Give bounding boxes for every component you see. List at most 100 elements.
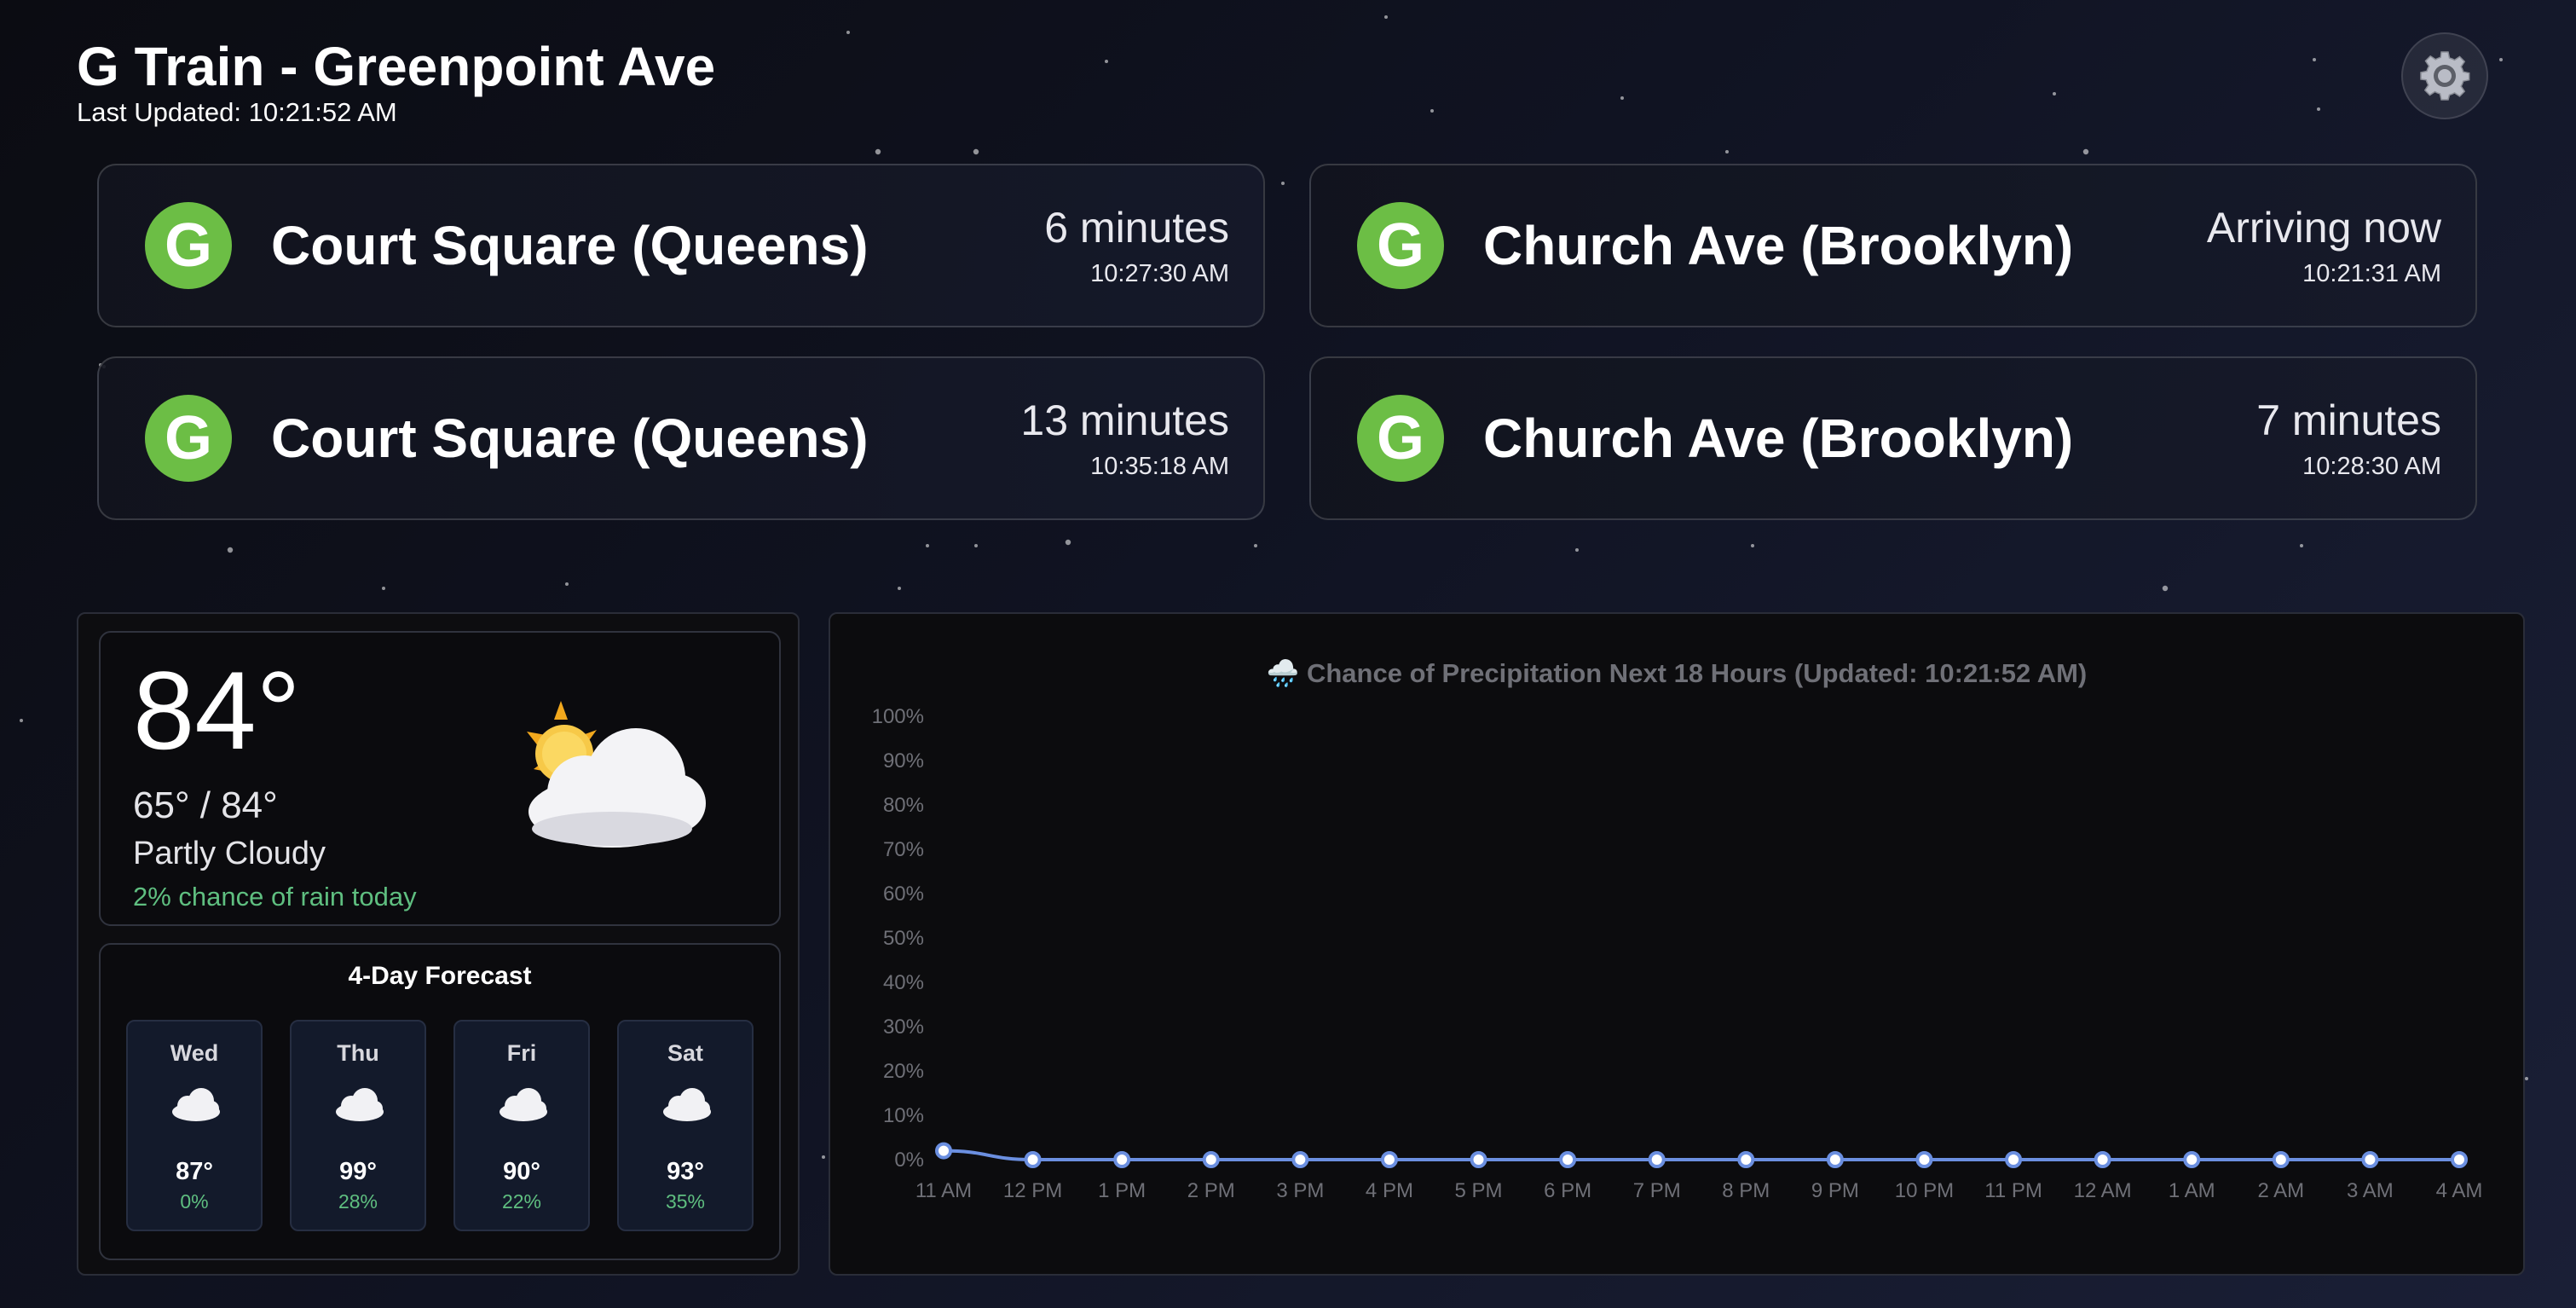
x-tick-label: 8 PM [1722, 1179, 1770, 1202]
data-point [1561, 1153, 1574, 1166]
series-line [944, 1151, 2459, 1160]
cloud-icon [660, 1085, 714, 1122]
cloud-icon [169, 1085, 223, 1122]
train-destination: Church Ave (Brooklyn) [1483, 214, 2073, 277]
train-destination: Church Ave (Brooklyn) [1483, 407, 2073, 470]
train-eta: 6 minutes 10:27:30 AM [1044, 202, 1229, 289]
train-destination: Court Square (Queens) [271, 214, 869, 277]
cloud-icon [496, 1085, 551, 1122]
data-point [2007, 1153, 2020, 1166]
forecast-temp: 99° [292, 1158, 425, 1186]
eta-time: 10:27:30 AM [1044, 258, 1229, 289]
data-point [2096, 1153, 2110, 1166]
star [1575, 548, 1579, 552]
star [926, 544, 929, 547]
weather-panel: 84° 65° / 84° Partly Cloudy 2% chance of… [77, 612, 800, 1276]
train-destination: Court Square (Queens) [271, 407, 869, 470]
eta-time: 10:35:18 AM [1020, 451, 1229, 482]
forecast-title: 4-Day Forecast [101, 962, 779, 991]
x-tick-label: 9 PM [1811, 1179, 1859, 1202]
eta-time: 10:28:30 AM [2256, 451, 2441, 482]
last-updated-text: Last Updated: 10:21:52 AM [77, 97, 715, 128]
star [2317, 107, 2320, 111]
star [2163, 586, 2168, 591]
forecast-day: Sat 93° 35% [617, 1020, 754, 1231]
star [1430, 109, 1434, 113]
rain-chance-today: 2% chance of rain today [133, 882, 417, 912]
eta-minutes: 6 minutes [1044, 202, 1229, 253]
x-tick-label: 10 PM [1895, 1179, 1954, 1202]
forecast-day: Thu 99° 28% [290, 1020, 426, 1231]
eta-time: 10:21:31 AM [2207, 258, 2441, 289]
star [2083, 149, 2088, 154]
y-tick-label: 10% [883, 1104, 924, 1127]
star [2300, 544, 2303, 547]
gear-icon [2417, 49, 2472, 103]
settings-button[interactable] [2401, 32, 2488, 119]
forecast-day: Wed 87° 0% [126, 1020, 263, 1231]
star [822, 1155, 825, 1159]
data-point [1650, 1153, 1664, 1166]
x-tick-label: 3 AM [2347, 1179, 2394, 1202]
eta-minutes: Arriving now [2207, 202, 2441, 253]
star [1066, 540, 1071, 545]
train-card: G Court Square (Queens) 13 minutes 10:35… [97, 356, 1265, 520]
header: G Train - Greenpoint Ave Last Updated: 1… [77, 34, 715, 128]
x-tick-label: 12 AM [2074, 1179, 2132, 1202]
forecast-day-name: Sat [619, 1040, 752, 1067]
y-tick-label: 40% [883, 971, 924, 994]
forecast-day-name: Wed [128, 1040, 261, 1067]
forecast-rain: 28% [292, 1190, 425, 1213]
star [2313, 58, 2316, 61]
forecast-rain: 0% [128, 1190, 261, 1213]
y-tick-label: 70% [883, 838, 924, 861]
star [2499, 58, 2503, 61]
y-tick-label: 80% [883, 794, 924, 817]
y-tick-label: 30% [883, 1016, 924, 1039]
star [875, 149, 881, 154]
star [1725, 150, 1729, 153]
data-point [1739, 1153, 1753, 1166]
star [2525, 1077, 2528, 1080]
data-point [1026, 1153, 1040, 1166]
weather-condition: Partly Cloudy [133, 836, 326, 872]
g-line-bullet: G [1357, 202, 1444, 289]
precipitation-chart: 🌧️ Chance of Precipitation Next 18 Hours… [830, 614, 2523, 1274]
star [1751, 544, 1754, 547]
x-tick-label: 1 PM [1098, 1179, 1146, 1202]
forecast-rain: 22% [455, 1190, 588, 1213]
data-point [2452, 1153, 2466, 1166]
train-arrivals: G Court Square (Queens) 6 minutes 10:27:… [97, 164, 2477, 520]
eta-minutes: 7 minutes [2256, 395, 2441, 446]
x-tick-label: 7 PM [1633, 1179, 1681, 1202]
data-point [1472, 1153, 1486, 1166]
star [1384, 15, 1388, 19]
x-tick-label: 4 PM [1366, 1179, 1413, 1202]
data-point [1204, 1153, 1218, 1166]
train-eta: Arriving now 10:21:31 AM [2207, 202, 2441, 289]
cloud-icon [332, 1085, 387, 1122]
train-card: G Church Ave (Brooklyn) 7 minutes 10:28:… [1309, 356, 2477, 520]
star [974, 544, 978, 547]
x-tick-label: 1 AM [2169, 1179, 2215, 1202]
data-point [1115, 1153, 1129, 1166]
forecast-card: 4-Day Forecast Wed 87° 0% Thu 99° 28% Fr… [99, 943, 781, 1260]
data-point [1383, 1153, 1396, 1166]
star [846, 31, 850, 34]
star [898, 587, 901, 590]
y-tick-label: 0% [894, 1149, 924, 1172]
data-point [1293, 1153, 1307, 1166]
star [228, 547, 233, 553]
train-card: G Court Square (Queens) 6 minutes 10:27:… [97, 164, 1265, 327]
star [2053, 92, 2056, 95]
y-tick-label: 50% [883, 927, 924, 950]
data-point [937, 1144, 950, 1158]
data-point [2363, 1153, 2377, 1166]
forecast-temp: 90° [455, 1158, 588, 1186]
forecast-rain: 35% [619, 1190, 752, 1213]
x-tick-label: 2 AM [2257, 1179, 2304, 1202]
x-tick-label: 11 PM [1984, 1179, 2042, 1202]
y-tick-label: 100% [872, 705, 924, 728]
star [382, 587, 385, 590]
x-tick-label: 5 PM [1455, 1179, 1503, 1202]
